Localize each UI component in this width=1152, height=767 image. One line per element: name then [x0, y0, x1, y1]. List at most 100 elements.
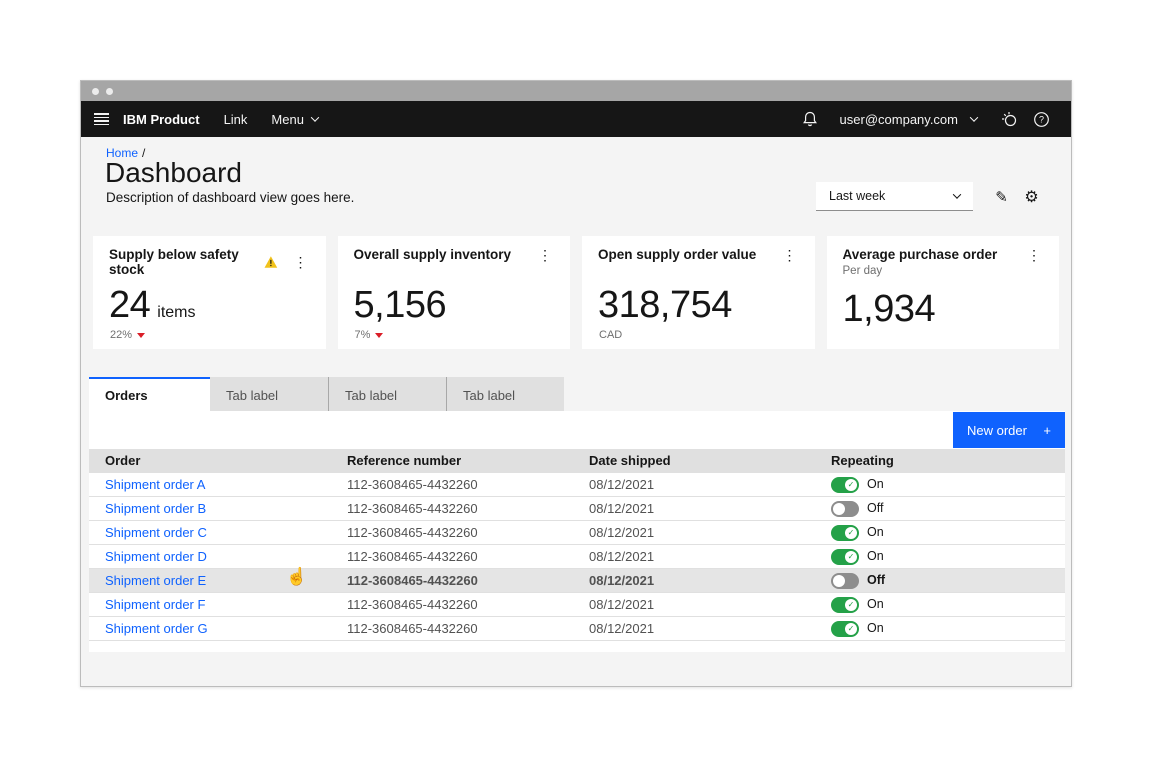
settings-gear-icon[interactable]: ⚙	[1023, 187, 1040, 207]
period-dropdown-value: Last week	[829, 189, 885, 203]
svg-text:?: ?	[1038, 114, 1043, 124]
metric-cards: Supply below safety stock ⋮ 24 items 22%…	[93, 236, 1059, 349]
tab-label-2[interactable]: Tab label	[328, 377, 446, 411]
column-header-order: Order	[89, 449, 331, 473]
card-average-purchase-order: Average purchase order ⋮ Per day 1,934	[827, 236, 1060, 349]
table-row: Shipment order D 112-3608465-4432260 08/…	[89, 545, 1065, 569]
order-link[interactable]: Shipment order F	[105, 597, 205, 612]
metric-trend: 7%	[355, 329, 384, 341]
toggle-state-label: On	[867, 521, 884, 544]
window-titlebar	[81, 81, 1071, 101]
reference-number-cell: 112-3608465-4432260	[331, 473, 573, 496]
date-shipped-cell: 08/12/2021	[573, 521, 815, 544]
order-link[interactable]: Shipment order E	[105, 573, 206, 588]
toggle-state-label: Off	[867, 569, 885, 592]
trend-down-icon	[137, 333, 145, 338]
order-link[interactable]: Shipment order C	[105, 525, 207, 540]
metric-value: 1,934	[843, 288, 936, 331]
repeating-toggle[interactable]: ✓	[831, 501, 859, 517]
table-toolbar: New order +	[89, 411, 1065, 449]
warning-icon	[264, 255, 278, 269]
chevron-down-icon	[311, 113, 319, 121]
repeating-toggle[interactable]: ✓	[831, 621, 859, 637]
metric-value: 5,156	[354, 284, 447, 327]
card-supply-below-safety-stock: Supply below safety stock ⋮ 24 items 22%	[93, 236, 326, 349]
user-account-menu[interactable]: user@company.com	[840, 112, 977, 127]
app-window: IBM Product Link Menu user@company.com ?…	[80, 80, 1072, 687]
overflow-menu-icon[interactable]: ⋮	[1025, 248, 1043, 262]
chevron-down-icon	[953, 190, 961, 198]
reference-number-cell: 112-3608465-4432260	[331, 617, 573, 640]
reference-number-cell: 112-3608465-4432260	[331, 497, 573, 520]
page-description: Description of dashboard view goes here.	[106, 190, 354, 205]
order-link[interactable]: Shipment order D	[105, 549, 207, 564]
repeating-toggle[interactable]: ✓	[831, 549, 859, 565]
overflow-menu-icon[interactable]: ⋮	[781, 248, 799, 262]
tab-label-3[interactable]: Tab label	[446, 377, 564, 411]
toggle-state-label: On	[867, 473, 884, 496]
card-open-supply-order-value: Open supply order value ⋮ 318,754 CAD	[582, 236, 815, 349]
order-link[interactable]: Shipment order A	[105, 477, 205, 492]
reference-number-cell: 112-3608465-4432260	[331, 521, 573, 544]
date-shipped-cell: 08/12/2021	[573, 473, 815, 496]
tab-orders[interactable]: Orders	[89, 377, 210, 411]
toggle-state-label: On	[867, 593, 884, 616]
metric-unit: items	[157, 304, 195, 322]
date-shipped-cell: 08/12/2021	[573, 617, 815, 640]
orders-panel: New order + Order Reference number Date …	[89, 411, 1065, 652]
table-row: Shipment order G 112-3608465-4432260 08/…	[89, 617, 1065, 641]
reference-number-cell: 112-3608465-4432260	[331, 545, 573, 568]
add-icon: +	[1043, 423, 1051, 438]
column-header-repeating: Repeating	[815, 449, 1065, 473]
card-title: Overall supply inventory	[354, 247, 512, 262]
tab-label-1[interactable]: Tab label	[210, 377, 328, 411]
card-overall-supply-inventory: Overall supply inventory ⋮ 5,156 7%	[338, 236, 571, 349]
column-header-date-shipped: Date shipped	[573, 449, 815, 473]
table-row: Shipment order E 112-3608465-4432260 08/…	[89, 569, 1065, 593]
card-title: Average purchase order	[843, 247, 998, 262]
table-body: Shipment order A 112-3608465-4432260 08/…	[89, 473, 1065, 641]
repeating-toggle[interactable]: ✓	[831, 573, 859, 589]
window-control-dot[interactable]	[106, 88, 113, 95]
window-control-dot[interactable]	[92, 88, 99, 95]
trend-down-icon	[375, 333, 383, 338]
nav-link[interactable]: Link	[224, 112, 248, 127]
table-row: Shipment order F 112-3608465-4432260 08/…	[89, 593, 1065, 617]
nav-menu[interactable]: Menu	[271, 112, 318, 127]
column-header-reference: Reference number	[331, 449, 573, 473]
table-row: Shipment order C 112-3608465-4432260 08/…	[89, 521, 1065, 545]
help-icon[interactable]: ?	[1025, 101, 1057, 137]
metric-trend: 22%	[110, 329, 145, 341]
toggle-state-label: On	[867, 545, 884, 568]
card-subtitle: Per day	[843, 265, 1044, 277]
metric-value: 24	[109, 284, 150, 327]
order-link[interactable]: Shipment order B	[105, 501, 206, 516]
order-link[interactable]: Shipment order G	[105, 621, 208, 636]
date-shipped-cell: 08/12/2021	[573, 497, 815, 520]
table-row: Shipment order B 112-3608465-4432260 08/…	[89, 497, 1065, 521]
repeating-toggle[interactable]: ✓	[831, 477, 859, 493]
repeating-toggle[interactable]: ✓	[831, 525, 859, 541]
reference-number-cell: 112-3608465-4432260	[331, 569, 573, 592]
notification-bell-icon[interactable]	[794, 101, 826, 137]
toggle-state-label: On	[867, 617, 884, 640]
sparkle-icon[interactable]	[993, 101, 1025, 137]
edit-icon[interactable]: ✎	[993, 187, 1010, 207]
reference-number-cell: 112-3608465-4432260	[331, 593, 573, 616]
toggle-state-label: Off	[867, 497, 883, 520]
tabs: OrdersTab labelTab labelTab label	[89, 377, 564, 411]
overflow-menu-icon[interactable]: ⋮	[292, 255, 310, 269]
card-title: Open supply order value	[598, 247, 756, 262]
repeating-toggle[interactable]: ✓	[831, 597, 859, 613]
period-dropdown[interactable]: Last week	[816, 182, 973, 211]
new-order-button[interactable]: New order +	[953, 412, 1065, 448]
table-row: Shipment order A 112-3608465-4432260 08/…	[89, 473, 1065, 497]
menu-icon[interactable]	[81, 101, 121, 137]
chevron-down-icon	[970, 113, 978, 121]
card-title: Supply below safety stock	[109, 247, 264, 277]
metric-value: 318,754	[598, 284, 732, 327]
product-name: IBM Product	[123, 112, 200, 127]
overflow-menu-icon[interactable]: ⋮	[536, 248, 554, 262]
page-title: Dashboard	[105, 157, 242, 189]
date-shipped-cell: 08/12/2021	[573, 593, 815, 616]
